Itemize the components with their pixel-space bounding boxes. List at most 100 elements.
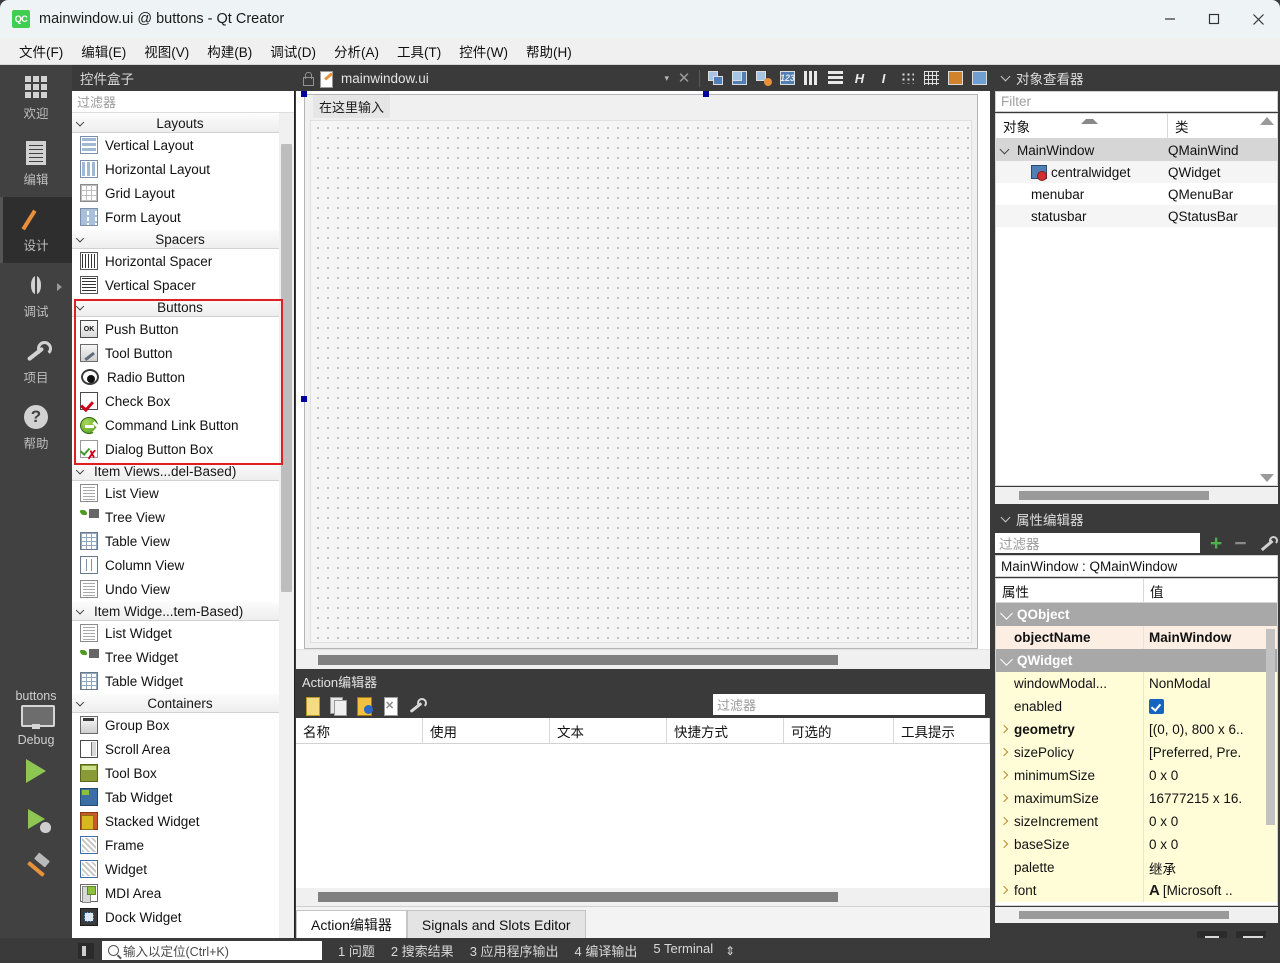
property-editor-filter-input[interactable]: 过滤器 [995,533,1200,553]
canvas-hscroll-thumb[interactable] [318,655,838,665]
adjust-size-icon[interactable] [969,68,990,88]
widget-item-grid-layout[interactable]: Grid Layout [72,181,294,205]
menu-item-2[interactable]: 视图(V) [135,38,198,64]
property-editor-table[interactable]: 属性 值 QObject objectName MainWindow QWidget w… [995,578,1278,906]
mode-帮助[interactable]: ? 帮助 [0,395,72,461]
layout-horizontally-icon[interactable] [801,68,822,88]
menu-item-0[interactable]: 文件(F) [10,38,72,64]
property-row-objectName[interactable]: objectName MainWindow [996,626,1277,649]
edit-buddies-icon[interactable] [753,68,774,88]
property-row-windowModal...[interactable]: windowModal... NonModal [996,672,1277,695]
widget-item-dialog-button-box[interactable]: Dialog Button Box [72,437,294,461]
locator-input[interactable]: 输入以定位(Ctrl+K) [102,941,322,960]
layout-vertically-icon[interactable] [825,68,846,88]
mode-编辑[interactable]: 编辑 [0,131,72,197]
expand-arrow-icon[interactable] [1000,816,1011,827]
bottom-tab-1[interactable]: Signals and Slots Editor [406,910,586,938]
form-central-widget[interactable] [310,120,972,643]
chevron-down-icon[interactable] [1000,606,1013,620]
object-inspector-tree[interactable]: 对象 类 MainWindow QMainWind centralwidget QWi… [995,113,1278,486]
object-inspector-scroll-up-arrow[interactable] [1260,117,1274,125]
bottom-tab-0[interactable]: Action编辑器 [296,910,407,938]
widget-item-column-view[interactable]: Column View [72,553,294,577]
form-design-canvas[interactable]: 在这里输入 [296,91,990,669]
minus-icon[interactable]: − [1234,533,1246,554]
new-action-icon[interactable] [303,696,322,716]
close-button[interactable] [1236,0,1280,38]
form-menubar-hint[interactable]: 在这里输入 [313,95,391,118]
widget-item-check-box[interactable]: Check Box [72,389,294,413]
open-file-name[interactable]: mainwindow.ui [341,71,429,86]
action-editor-filter-input[interactable]: 过滤器 [713,694,985,715]
action-column-4[interactable]: 可选的 [784,718,894,743]
property-value-cell[interactable]: [(0, 0), 800 x 6.. [1144,718,1277,741]
widget-box-list[interactable]: Layouts Vertical Layout Horizontal Layout G… [72,113,294,938]
widget-item-list-view[interactable]: List View [72,481,294,505]
property-value-cell[interactable]: 0 x 0 [1144,833,1277,856]
property-row-enabled[interactable]: enabled [996,695,1277,718]
kit-selector[interactable]: buttons Debug [0,689,72,747]
property-editor-hscrollbar[interactable] [995,907,1278,923]
chevron-down-icon[interactable] [1000,512,1011,523]
widget-category-Layouts[interactable]: Layouts [72,113,294,133]
menu-item-6[interactable]: 工具(T) [388,38,450,64]
form-menubar[interactable]: 在这里输入 [305,95,977,118]
property-value-cell[interactable]: 继承 [1144,856,1277,879]
widget-item-group-box[interactable]: Group Box [72,713,294,737]
action-column-3[interactable]: 快捷方式 [667,718,784,743]
action-editor-hscroll-thumb[interactable] [318,892,838,902]
layout-splitter-horizontal-icon[interactable]: H [849,68,870,88]
menu-item-4[interactable]: 调试(D) [261,38,325,64]
layout-form-icon[interactable] [897,68,918,88]
delete-action-icon[interactable] [381,696,400,716]
object-inspector-hscrollbar[interactable] [995,487,1278,504]
object-row-MainWindow[interactable]: MainWindow QMainWind [996,139,1277,161]
menu-item-1[interactable]: 编辑(E) [72,38,135,64]
widget-item-tool-box[interactable]: Tool Box [72,761,294,785]
output-pane-1[interactable]: 2 搜索结果 [391,941,454,960]
widget-category-Buttons[interactable]: Buttons [72,297,294,317]
widget-item-table-widget[interactable]: Table Widget [72,669,294,693]
widget-item-push-button[interactable]: OK Push Button [72,317,294,341]
widget-item-form-layout[interactable]: Form Layout [72,205,294,229]
output-pane-4[interactable]: 5 Terminal [653,941,713,960]
widget-item-horizontal-spacer[interactable]: Horizontal Spacer [72,249,294,273]
property-value-cell[interactable] [1144,649,1277,672]
widget-category-Spacers[interactable]: Spacers [72,229,294,249]
break-layout-icon[interactable] [945,68,966,88]
expand-arrow-icon[interactable] [1000,724,1011,735]
chevron-down-icon[interactable] [1000,652,1013,666]
widget-item-command-link-button[interactable]: Command Link Button [72,413,294,437]
start-debugging-button[interactable] [0,795,72,843]
resize-handle-left[interactable] [301,396,307,402]
wrench-icon[interactable] [1259,534,1278,552]
mode-欢迎[interactable]: 欢迎 [0,65,72,131]
chevron-down-icon[interactable]: ▾ [664,73,669,84]
widget-item-horizontal-layout[interactable]: Horizontal Layout [72,157,294,181]
property-row-maximumSize[interactable]: maximumSize 16777215 x 16. [996,787,1277,810]
property-editor-vscrollbar-thumb[interactable] [1266,629,1275,825]
property-row-geometry[interactable]: geometry [(0, 0), 800 x 6.. [996,718,1277,741]
widget-item-frame[interactable]: Frame [72,833,294,857]
maximize-button[interactable] [1192,0,1236,38]
layout-grid-icon[interactable] [921,68,942,88]
expand-arrow-icon[interactable] [1000,770,1011,781]
widget-item-scroll-area[interactable]: Scroll Area [72,737,294,761]
menu-item-8[interactable]: 帮助(H) [517,38,581,64]
property-value-cell[interactable]: [Preferred, Pre. [1144,741,1277,764]
widget-item-tab-widget[interactable]: Tab Widget [72,785,294,809]
property-editor-hscroll-thumb[interactable] [1019,911,1229,919]
output-pane-0[interactable]: 1 问题 [338,941,375,960]
build-button[interactable] [0,843,72,891]
menu-item-5[interactable]: 分析(A) [325,38,388,64]
canvas-horizontal-scrollbar[interactable] [296,649,990,669]
edit-action-icon[interactable] [355,696,374,716]
minimize-button[interactable] [1148,0,1192,38]
action-column-0[interactable]: 名称 [296,718,423,743]
mode-项目[interactable]: 项目 [0,329,72,395]
mode-调试[interactable]: 调试 [0,263,72,329]
widget-box-filter-input[interactable]: 过滤器 [72,91,294,113]
property-row-font[interactable]: font A [Microsoft .. [996,879,1277,902]
widget-item-stacked-widget[interactable]: Stacked Widget [72,809,294,833]
property-value-cell[interactable]: NonModal [1144,672,1277,695]
